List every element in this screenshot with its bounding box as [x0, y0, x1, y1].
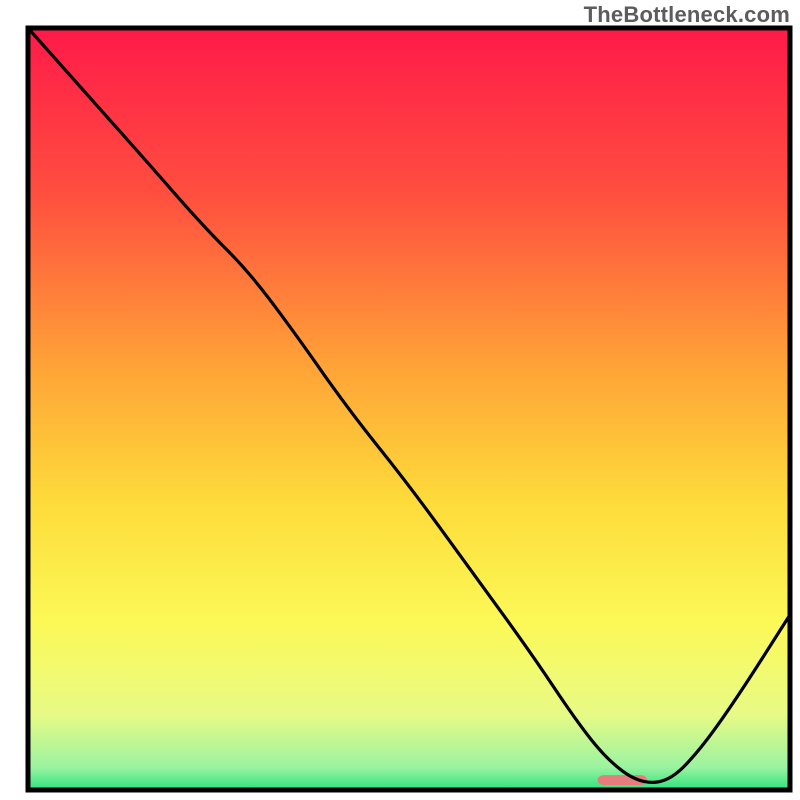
chart-canvas — [0, 0, 800, 800]
plot-background — [28, 28, 790, 790]
watermark-label: TheBottleneck.com — [584, 2, 790, 28]
plot-area — [28, 28, 790, 790]
bottleneck-chart: TheBottleneck.com — [0, 0, 800, 800]
